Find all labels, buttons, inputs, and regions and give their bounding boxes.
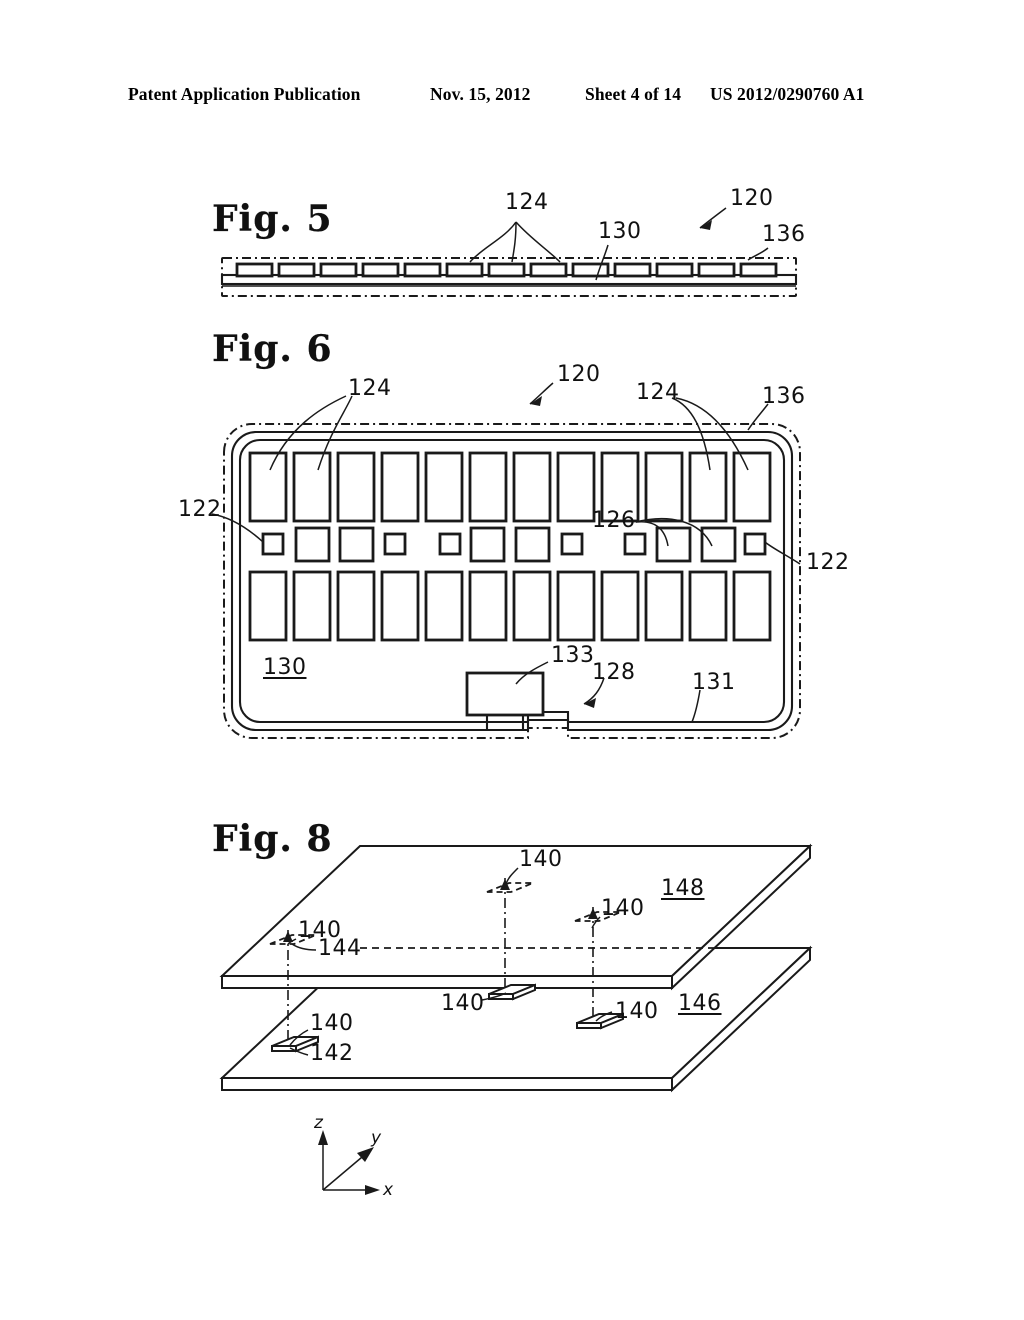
- fig8-ref-140-a: 140: [519, 847, 563, 872]
- fig8-ref-142: 142: [310, 1041, 354, 1066]
- axis-label-y: y: [371, 1128, 382, 1148]
- axis-label-z: z: [314, 1113, 323, 1133]
- axis-label-x: x: [383, 1180, 394, 1200]
- fig8-ref-146: 146: [678, 991, 722, 1016]
- fig8-ref-144: 144: [318, 936, 362, 961]
- fig8-ref-140-d: 140: [441, 991, 485, 1016]
- fig8-ref-140-f: 140: [310, 1011, 354, 1036]
- fig8-ref-148: 148: [661, 876, 705, 901]
- fig8-ref-140-b: 140: [601, 896, 645, 921]
- figure-8-drawing: [219, 843, 813, 1195]
- fig8-ref-140-e: 140: [615, 999, 659, 1024]
